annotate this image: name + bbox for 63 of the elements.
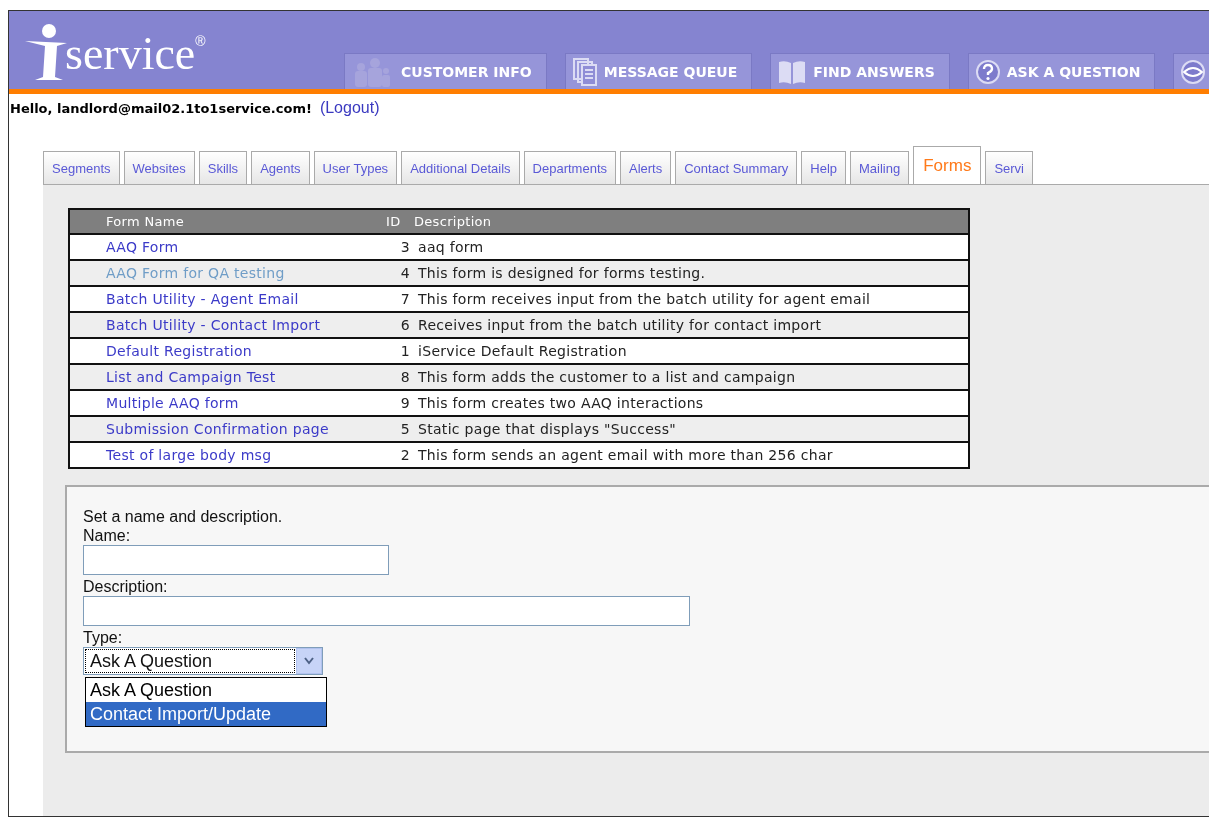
tab[interactable]: Contact Summary	[675, 151, 798, 184]
tab[interactable]: Departments	[523, 151, 616, 184]
table-cell-text: 2	[399, 447, 410, 463]
table-cell-text: This form is designed for forms testing.	[417, 265, 706, 281]
documents-icon	[571, 56, 598, 87]
column-header: ID	[386, 214, 402, 229]
column-header: Description	[413, 214, 492, 229]
registered-mark: ®	[195, 33, 206, 49]
tab[interactable]: Segments	[43, 151, 120, 184]
table-cell-text: 9	[399, 395, 410, 411]
tab[interactable]: User Types	[313, 151, 398, 184]
form-name-link[interactable]: Submission Confirmation page	[106, 421, 329, 437]
dropdown-option[interactable]: Ask A Question	[86, 678, 326, 702]
tab[interactable]: Websites	[123, 151, 195, 184]
help-icon	[974, 58, 1001, 85]
field-label: Description:	[83, 577, 169, 596]
dropdown-option[interactable]: Contact Import/Update	[86, 702, 326, 726]
logout-link[interactable]: (Logout)	[319, 99, 380, 117]
table-cell-text: 8	[399, 369, 410, 385]
table-cell-text: 5	[399, 421, 410, 437]
logo-text: service	[65, 31, 196, 77]
column-header: Form Name	[105, 214, 185, 229]
nav-button[interactable]: CUSTOMER INFO	[344, 53, 547, 89]
description-field[interactable]	[83, 596, 690, 626]
table-cell-text: This form creates two AAQ interactions	[417, 395, 704, 411]
greeting-text: Hello, landlord@mail02.1to1service.com!	[10, 101, 312, 116]
table-cell-text: 1	[399, 343, 410, 359]
table-cell-text: This form sends an agent email with more than 256 char	[417, 447, 833, 463]
tab[interactable]: Forms	[913, 146, 982, 184]
table-cell-text: iService Default Registration	[417, 343, 627, 359]
intro-text: Set a name and description.	[83, 507, 284, 526]
field-label: Name:	[83, 526, 132, 545]
tab[interactable]: Skills	[198, 151, 248, 184]
form-name-link[interactable]: Batch Utility - Agent Email	[106, 291, 299, 307]
table-cell-text: 7	[399, 291, 410, 307]
tab[interactable]: Agents	[251, 151, 310, 184]
tab[interactable]: Additional Details	[401, 151, 520, 184]
table-cell-text: 4	[399, 265, 410, 281]
table-cell-text: This form adds the customer to a list and campaign	[417, 369, 796, 385]
tab[interactable]: Servi	[985, 151, 1033, 184]
field-label: Type:	[83, 628, 124, 647]
eye-icon	[1180, 58, 1207, 85]
tab[interactable]: Help	[801, 151, 847, 184]
table-cell-text: Receives input from the batch utility for contact import	[417, 317, 822, 333]
tab[interactable]: Alerts	[620, 151, 672, 184]
nav-button[interactable]: ASK A QUESTION	[967, 53, 1156, 89]
form-name-link[interactable]: AAQ Form	[106, 239, 179, 255]
table-cell-text: This form receives input from the batch utility for agent email	[417, 291, 871, 307]
type-dropdown[interactable]: Ask A Question	[83, 647, 323, 675]
table-cell-text: Static page that displays "Success"	[417, 421, 676, 437]
form-name-link[interactable]: Multiple AAQ form	[106, 395, 239, 411]
table-cell-text: aaq form	[417, 239, 484, 255]
tab[interactable]: Mailing	[850, 151, 910, 184]
table-cell-text: 6	[399, 317, 410, 333]
form-name-link[interactable]: Test of large body msg	[106, 447, 272, 463]
nav-button[interactable]: MESSAGE QUEUE	[564, 53, 753, 89]
form-name-link[interactable]: Batch Utility - Contact Import	[106, 317, 321, 333]
form-name-link[interactable]: Default Registration	[106, 343, 253, 359]
nav-button[interactable]: FIND ANSWERS	[770, 53, 950, 89]
name-field[interactable]	[83, 545, 389, 575]
nav-button[interactable]	[1173, 53, 1209, 89]
form-name-link[interactable]: List and Campaign Test	[106, 369, 276, 385]
table-cell-text: 3	[399, 239, 410, 255]
